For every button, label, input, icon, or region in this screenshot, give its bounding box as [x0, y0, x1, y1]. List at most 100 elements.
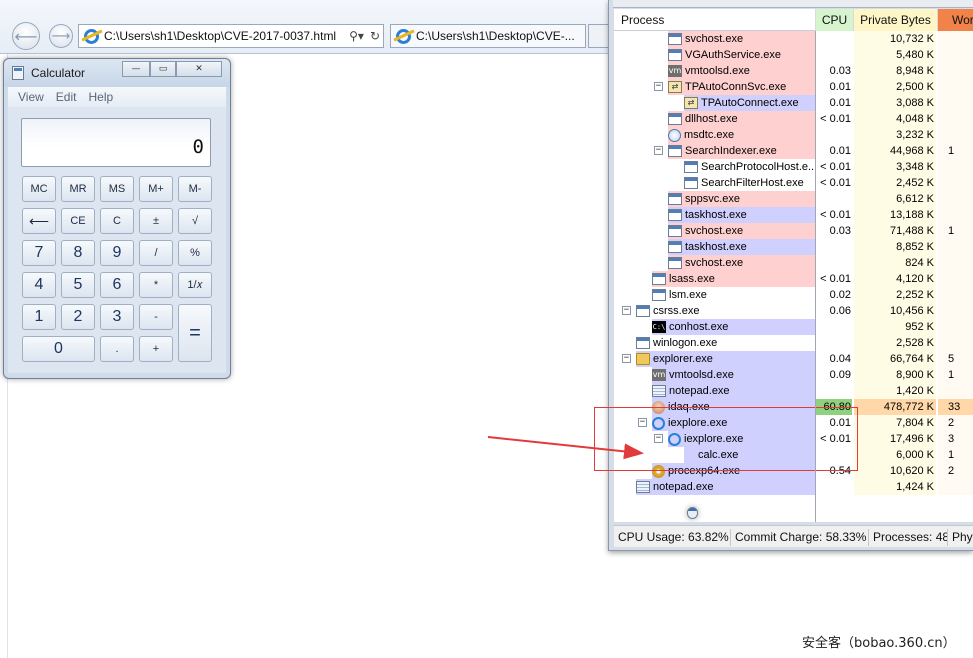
- folder-icon: [636, 353, 650, 365]
- menu-view[interactable]: View: [18, 90, 44, 104]
- key-2[interactable]: 2: [61, 304, 95, 330]
- tree-collapse-icon[interactable]: −: [654, 82, 663, 91]
- key-0[interactable]: 0: [22, 336, 95, 362]
- forward-button[interactable]: ⟶: [49, 24, 73, 48]
- process-name: TPAutoConnect.exe: [701, 97, 799, 109]
- address-bar[interactable]: C:\Users\sh1\Desktop\CVE-2017-0037.html …: [78, 24, 384, 48]
- key-equals[interactable]: =: [178, 304, 212, 362]
- calculator-titlebar[interactable]: Calculator — ▭ ✕: [4, 59, 230, 87]
- key-backspace[interactable]: ⟵: [22, 208, 56, 234]
- process-row[interactable]: winlogon.exe 2,528 K: [614, 335, 973, 351]
- key-7[interactable]: 7: [22, 240, 56, 266]
- process-row[interactable]: C:\ conhost.exe 952 K: [614, 319, 973, 335]
- process-row[interactable]: ⇄ TPAutoConnect.exe 0.01 3,088 K: [614, 95, 973, 111]
- menu-help[interactable]: Help: [88, 90, 113, 104]
- procexp-status-bar: CPU Usage: 63.82% Commit Charge: 58.33% …: [614, 525, 973, 547]
- key-ms[interactable]: MS: [100, 176, 134, 202]
- process-row[interactable]: − explorer.exe 0.04 66,764 K5: [614, 351, 973, 367]
- key-decimal[interactable]: .: [100, 336, 134, 362]
- tree-collapse-icon[interactable]: −: [654, 146, 663, 155]
- calculator-window[interactable]: Calculator — ▭ ✕ View Edit Help 0 MC MR …: [3, 58, 231, 379]
- key-reciprocal[interactable]: 1/𝑥: [178, 272, 212, 298]
- process-private-bytes: 10,456 K: [854, 303, 936, 319]
- process-row[interactable]: svchost.exe 10,732 K: [614, 31, 973, 47]
- process-row[interactable]: notepad.exe 1,424 K: [614, 479, 973, 495]
- key-m-minus[interactable]: M-: [178, 176, 212, 202]
- process-working-set: 1: [938, 143, 973, 159]
- process-row[interactable]: − SearchIndexer.exe 0.01 44,968 K1: [614, 143, 973, 159]
- process-private-bytes: 2,528 K: [854, 335, 936, 351]
- key-m-plus[interactable]: M+: [139, 176, 173, 202]
- process-name: SearchProtocolHost.e...: [701, 161, 818, 173]
- key-mr[interactable]: MR: [61, 176, 95, 202]
- notepad-icon: [652, 385, 666, 397]
- column-cpu[interactable]: CPU: [816, 9, 854, 31]
- tree-collapse-icon[interactable]: −: [622, 354, 631, 363]
- process-name-cell: lsm.exe: [652, 287, 816, 303]
- process-row[interactable]: taskhost.exe < 0.01 13,188 K: [614, 207, 973, 223]
- key-mc[interactable]: MC: [22, 176, 56, 202]
- process-row[interactable]: notepad.exe 1,420 K: [614, 383, 973, 399]
- process-name-cell: SearchIndexer.exe: [668, 143, 816, 159]
- process-row[interactable]: msdtc.exe 3,232 K: [614, 127, 973, 143]
- column-working-set[interactable]: Wor: [938, 9, 973, 31]
- key-c[interactable]: C: [100, 208, 134, 234]
- process-row[interactable]: svchost.exe 0.03 71,488 K1: [614, 223, 973, 239]
- key-5[interactable]: 5: [61, 272, 95, 298]
- search-icon[interactable]: ⚲▾: [349, 29, 364, 43]
- key-add[interactable]: +: [139, 336, 173, 362]
- key-ce[interactable]: CE: [61, 208, 95, 234]
- key-multiply[interactable]: *: [139, 272, 173, 298]
- refresh-icon[interactable]: ↻: [370, 29, 380, 43]
- process-row[interactable]: sppsvc.exe 6,612 K: [614, 191, 973, 207]
- window-app-icon: [652, 289, 666, 301]
- process-row[interactable]: − ⇄ TPAutoConnSvc.exe 0.01 2,500 K: [614, 79, 973, 95]
- process-row[interactable]: lsm.exe 0.02 2,252 K: [614, 287, 973, 303]
- process-row[interactable]: lsass.exe < 0.01 4,120 K: [614, 271, 973, 287]
- process-row[interactable]: SearchFilterHost.exe < 0.01 2,452 K: [614, 175, 973, 191]
- process-row[interactable]: VGAuthService.exe 5,480 K: [614, 47, 973, 63]
- column-process[interactable]: Process: [614, 9, 816, 31]
- process-working-set: [938, 303, 973, 319]
- new-tab-button[interactable]: [588, 24, 610, 48]
- menu-edit[interactable]: Edit: [56, 90, 77, 104]
- key-3[interactable]: 3: [100, 304, 134, 330]
- process-private-bytes: 3,348 K: [854, 159, 936, 175]
- process-row[interactable]: dllhost.exe < 0.01 4,048 K: [614, 111, 973, 127]
- process-row[interactable]: SearchProtocolHost.e... < 0.01 3,348 K: [614, 159, 973, 175]
- key-divide[interactable]: /: [139, 240, 173, 266]
- process-cpu: < 0.01: [816, 175, 852, 191]
- key-9[interactable]: 9: [100, 240, 134, 266]
- process-private-bytes: 1,420 K: [854, 383, 936, 399]
- window-app-icon: [668, 49, 682, 61]
- tree-collapse-icon[interactable]: −: [622, 306, 631, 315]
- process-name: TPAutoConnSvc.exe: [685, 81, 787, 93]
- minimize-icon: —: [131, 64, 141, 74]
- key-plus-minus[interactable]: ±: [139, 208, 173, 234]
- process-row[interactable]: svchost.exe 824 K: [614, 255, 973, 271]
- key-4[interactable]: 4: [22, 272, 56, 298]
- key-6[interactable]: 6: [100, 272, 134, 298]
- process-row[interactable]: − csrss.exe 0.06 10,456 K: [614, 303, 973, 319]
- process-name: notepad.exe: [669, 385, 730, 397]
- back-button[interactable]: ⟵: [12, 22, 40, 50]
- process-row[interactable]: vm vmtoolsd.exe 0.09 8,900 K1: [614, 367, 973, 383]
- key-subtract[interactable]: -: [139, 304, 173, 330]
- key-percent[interactable]: %: [178, 240, 212, 266]
- key-1[interactable]: 1: [22, 304, 56, 330]
- console-icon: C:\: [652, 321, 666, 333]
- process-working-set: [938, 191, 973, 207]
- key-8[interactable]: 8: [61, 240, 95, 266]
- process-row[interactable]: vm vmtoolsd.exe 0.03 8,948 K: [614, 63, 973, 79]
- ie-page-icon: [84, 28, 99, 44]
- maximize-button[interactable]: ▭: [150, 61, 176, 77]
- close-button[interactable]: ✕: [176, 61, 222, 77]
- vmware-icon: vm: [668, 65, 682, 77]
- process-row[interactable]: taskhost.exe 8,852 K: [614, 239, 973, 255]
- minimize-button[interactable]: —: [122, 61, 150, 77]
- process-private-bytes: 4,048 K: [854, 111, 936, 127]
- key-sqrt[interactable]: √: [178, 208, 212, 234]
- column-private-bytes[interactable]: Private Bytes: [854, 9, 938, 31]
- calculator-display: 0: [21, 118, 211, 167]
- browser-tab[interactable]: C:\Users\sh1\Desktop\CVE-...: [390, 24, 586, 48]
